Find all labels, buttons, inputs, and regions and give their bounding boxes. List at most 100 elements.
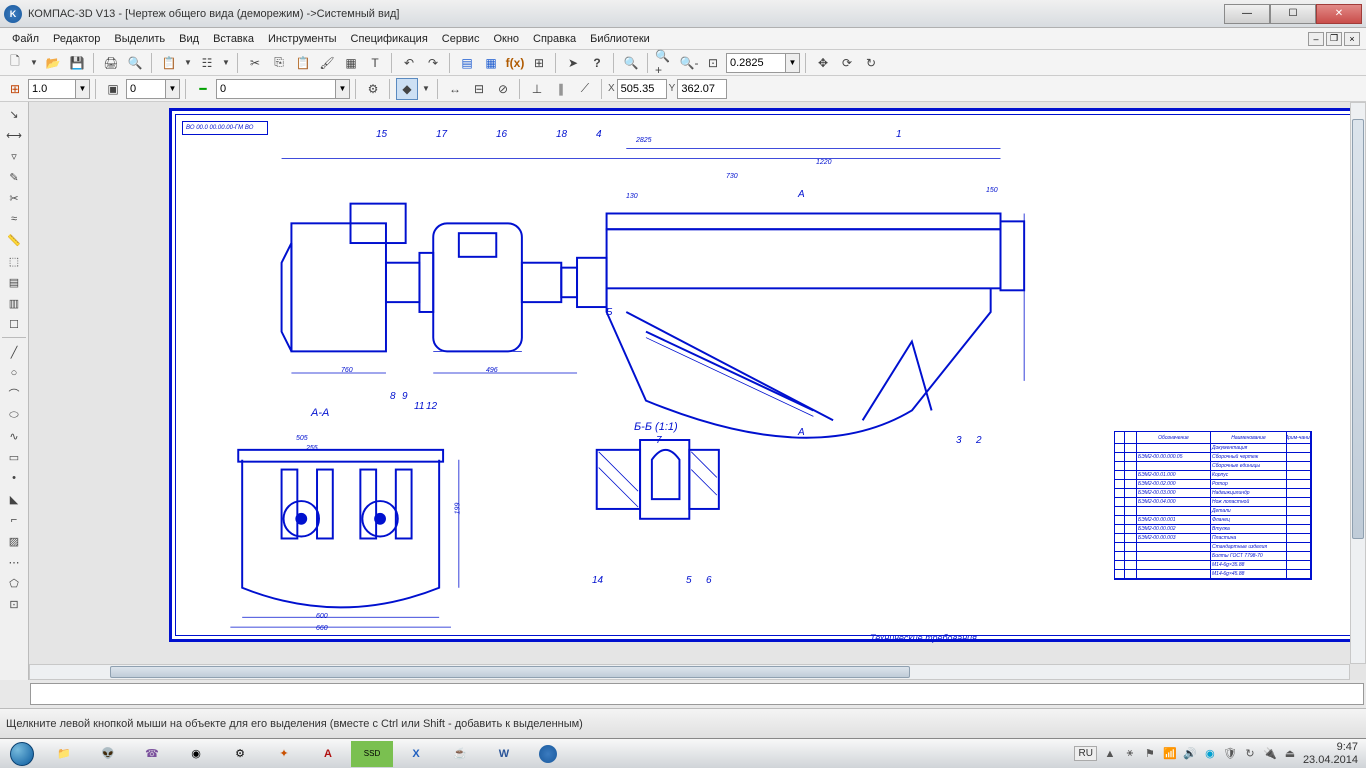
- task-app3-icon[interactable]: ☕: [439, 741, 481, 767]
- dimensions-panel-icon[interactable]: ⟷: [2, 125, 26, 145]
- task-autocad-icon[interactable]: A: [307, 741, 349, 767]
- align-icon[interactable]: ⊟: [468, 78, 490, 100]
- minimize-button[interactable]: —: [1224, 4, 1270, 24]
- menu-edit[interactable]: Редактор: [47, 31, 106, 47]
- refresh-icon[interactable]: ↻: [860, 52, 882, 74]
- arrow-icon[interactable]: ➤: [562, 52, 584, 74]
- tray-bluetooth-icon[interactable]: ⚹: [1123, 747, 1137, 761]
- task-chrome-icon[interactable]: ◉: [175, 741, 217, 767]
- new-icon[interactable]: 🗋: [4, 52, 26, 74]
- task-explorer-icon[interactable]: 📁: [43, 741, 85, 767]
- menu-help[interactable]: Справка: [527, 31, 582, 47]
- close-button[interactable]: ✕: [1316, 4, 1362, 24]
- dropdown-arrow-icon[interactable]: ▼: [28, 52, 40, 74]
- task-ssd-icon[interactable]: SSD: [351, 741, 393, 767]
- start-button[interactable]: [2, 740, 42, 768]
- scale-input[interactable]: [28, 79, 76, 99]
- coord-y-input[interactable]: [677, 79, 727, 99]
- layer-input[interactable]: [126, 79, 166, 99]
- arc-tool-icon[interactable]: ⌒: [2, 384, 26, 404]
- pan-icon[interactable]: ✥: [812, 52, 834, 74]
- mdi-minimize[interactable]: –: [1308, 32, 1324, 46]
- help-icon[interactable]: ?: [586, 52, 608, 74]
- linestyle-input[interactable]: [216, 79, 336, 99]
- redo-icon[interactable]: ↷: [422, 52, 444, 74]
- tray-app-icon[interactable]: ◉: [1203, 747, 1217, 761]
- dropdown-arrow-icon[interactable]: ▼: [76, 79, 90, 99]
- task-kompas-icon[interactable]: [527, 741, 569, 767]
- reports-panel-icon[interactable]: ▥: [2, 293, 26, 313]
- coord-x-input[interactable]: [617, 79, 667, 99]
- tray-shield-icon[interactable]: 🛡: [1223, 747, 1237, 761]
- rect-tool-icon[interactable]: ▭: [2, 447, 26, 467]
- views-panel-icon[interactable]: ☐: [2, 314, 26, 334]
- dropdown-arrow-icon[interactable]: ▼: [220, 52, 232, 74]
- tool-icon[interactable]: ⚙: [362, 78, 384, 100]
- grid-icon[interactable]: ▦: [340, 52, 362, 74]
- tray-network-icon[interactable]: 📶: [1163, 747, 1177, 761]
- select-panel-icon[interactable]: ⬚: [2, 251, 26, 271]
- hatch-icon[interactable]: ⊘: [492, 78, 514, 100]
- measure-panel-icon[interactable]: 📏: [2, 230, 26, 250]
- task-x-icon[interactable]: X: [395, 741, 437, 767]
- tangent-icon[interactable]: ⟋: [574, 78, 596, 100]
- horizontal-scrollbar[interactable]: [29, 664, 1350, 680]
- views-icon[interactable]: ▦: [480, 52, 502, 74]
- drawing-sheet[interactable]: ВО 00.0 00.00.00-ГМ ВО: [169, 108, 1366, 642]
- task-word-icon[interactable]: W: [483, 741, 525, 767]
- rotate-icon[interactable]: ⟳: [836, 52, 858, 74]
- menu-window[interactable]: Окно: [487, 31, 525, 47]
- mdi-close[interactable]: ×: [1344, 32, 1360, 46]
- point-tool-icon[interactable]: •: [2, 468, 26, 488]
- dropdown-arrow-icon[interactable]: ▼: [182, 52, 194, 74]
- linestyle-icon[interactable]: ━: [192, 78, 214, 100]
- task-wot-icon[interactable]: ⚙: [219, 741, 261, 767]
- perpend-icon[interactable]: ⊥: [526, 78, 548, 100]
- vertical-scrollbar[interactable]: [1350, 102, 1366, 664]
- text-panel-icon[interactable]: ✎: [2, 167, 26, 187]
- maximize-button[interactable]: ☐: [1270, 4, 1316, 24]
- task-viber-icon[interactable]: ☎: [131, 741, 173, 767]
- denotations-panel-icon[interactable]: ▿: [2, 146, 26, 166]
- open-icon[interactable]: 📂: [42, 52, 64, 74]
- menu-service[interactable]: Сервис: [436, 31, 486, 47]
- tray-eject-icon[interactable]: ⏏: [1283, 747, 1297, 761]
- menu-insert[interactable]: Вставка: [207, 31, 260, 47]
- variable-icon[interactable]: ⊞: [528, 52, 550, 74]
- command-input[interactable]: [30, 683, 1364, 705]
- language-indicator[interactable]: RU: [1074, 746, 1096, 761]
- properties-icon[interactable]: ☷: [196, 52, 218, 74]
- copy-icon[interactable]: ⎘: [268, 52, 290, 74]
- menu-select[interactable]: Выделить: [108, 31, 171, 47]
- dropdown-arrow-icon[interactable]: ▼: [420, 78, 432, 100]
- params-panel-icon[interactable]: ≈: [2, 209, 26, 229]
- dropdown-arrow-icon[interactable]: ▼: [166, 79, 180, 99]
- tray-up-icon[interactable]: ▲: [1103, 747, 1117, 761]
- zoom-out-icon[interactable]: 🔍-: [678, 52, 700, 74]
- clock[interactable]: 9:47 23.04.2014: [1303, 741, 1358, 765]
- zoom-in-icon[interactable]: 🔍+: [654, 52, 676, 74]
- zoom-window-icon[interactable]: ⊡: [702, 52, 724, 74]
- polygon-tool-icon[interactable]: ⬠: [2, 573, 26, 593]
- hatch-tool-icon[interactable]: ▨: [2, 531, 26, 551]
- menu-file[interactable]: Файл: [6, 31, 45, 47]
- preview-icon[interactable]: 🔍: [124, 52, 146, 74]
- geometry-panel-icon[interactable]: ↘: [2, 104, 26, 124]
- ortho-icon[interactable]: ◆: [396, 78, 418, 100]
- circle-tool-icon[interactable]: ○: [2, 363, 26, 383]
- fillet-tool-icon[interactable]: ⌐: [2, 510, 26, 530]
- undo-icon[interactable]: ↶: [398, 52, 420, 74]
- dropdown-arrow-icon[interactable]: ▼: [786, 53, 800, 73]
- tray-flag-icon[interactable]: ⚑: [1143, 747, 1157, 761]
- tray-sync-icon[interactable]: ↻: [1243, 747, 1257, 761]
- fx-icon[interactable]: f(x): [504, 52, 526, 74]
- text-icon[interactable]: T: [364, 52, 386, 74]
- zoom-fit-icon[interactable]: 🔍: [620, 52, 642, 74]
- aux-tool-icon[interactable]: ⋯: [2, 552, 26, 572]
- parallel-icon[interactable]: ∥: [550, 78, 572, 100]
- ellipse-tool-icon[interactable]: ⬭: [2, 405, 26, 425]
- drawing-canvas[interactable]: ВО 00.0 00.00.00-ГМ ВО: [29, 102, 1366, 680]
- menu-tools[interactable]: Инструменты: [262, 31, 343, 47]
- spec-panel-icon[interactable]: ▤: [2, 272, 26, 292]
- spec-icon[interactable]: 📋: [158, 52, 180, 74]
